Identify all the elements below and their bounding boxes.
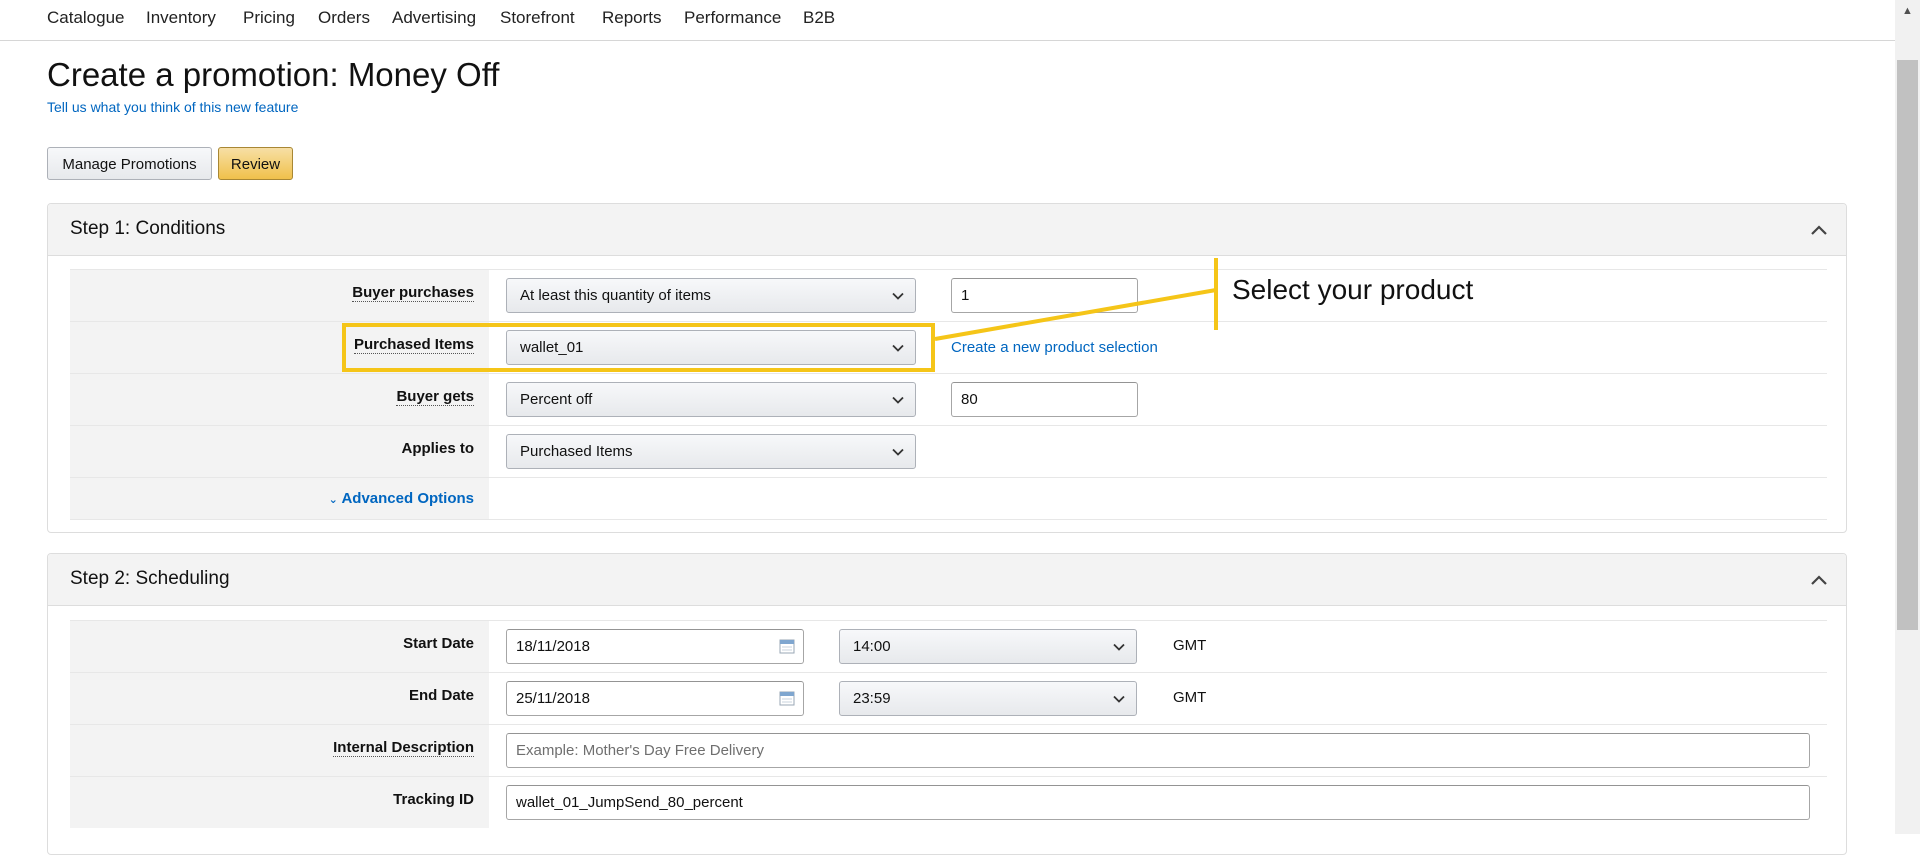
annotation-callout-lines [934,258,1218,341]
annotation-highlight-box [342,323,935,372]
annotation-text: Select your product [1232,274,1474,305]
